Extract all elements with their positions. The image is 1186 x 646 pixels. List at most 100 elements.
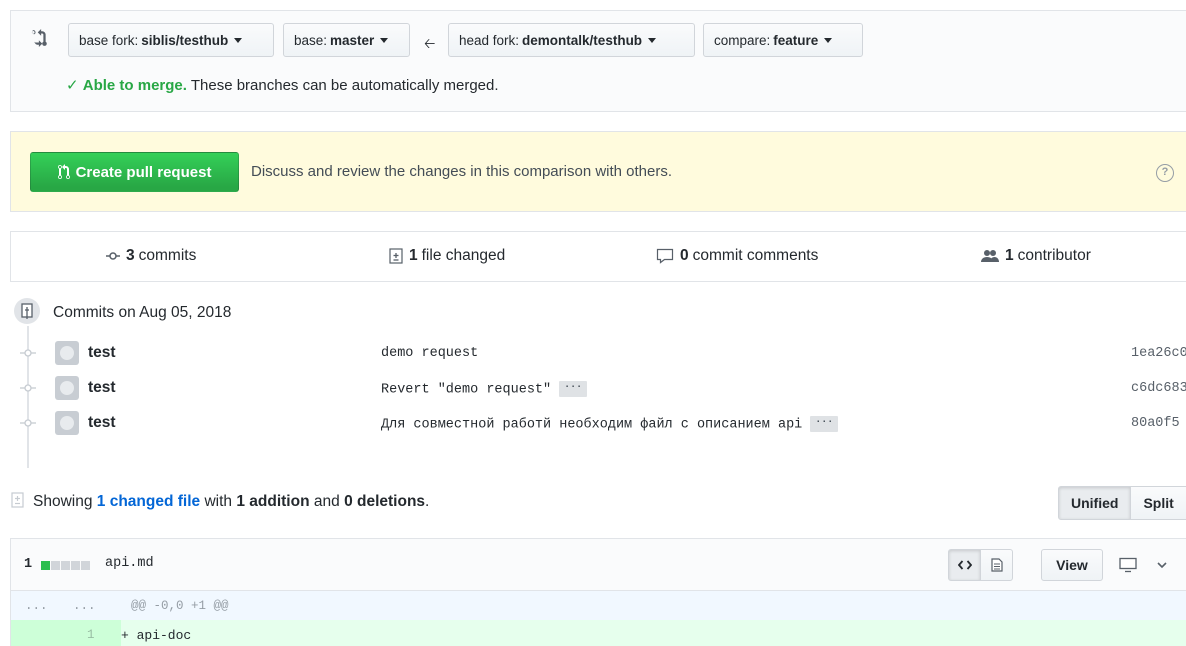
commit-dot-icon: [20, 384, 36, 392]
contributors-label: contributor: [1017, 247, 1091, 264]
commit-author[interactable]: test: [88, 414, 116, 432]
avatar[interactable]: [55, 376, 79, 400]
toc-with: with: [204, 493, 233, 510]
range-editor: base fork: siblis/testhub base: master 🡠 h…: [10, 10, 1186, 112]
commit-message[interactable]: Revert "demo request" ···: [381, 381, 588, 398]
head-fork-value: demontalk/testhub: [522, 32, 643, 48]
commit-message[interactable]: Для совместной работй необходим файл с о…: [381, 416, 839, 433]
commit-author[interactable]: test: [88, 379, 116, 397]
commit-message-text[interactable]: demo request: [381, 346, 478, 361]
diff-view-toggle: Unified Split: [1058, 486, 1186, 520]
expand-ellipsis-button[interactable]: ···: [559, 381, 588, 397]
commit-message-text[interactable]: Для совместной работй необходим файл с о…: [381, 418, 802, 433]
files-label: file changed: [421, 247, 506, 264]
line-number[interactable]: 1: [87, 628, 95, 642]
commit-comments-tab[interactable]: 0 commit comments: [656, 247, 818, 265]
commit-icon: [106, 251, 120, 261]
commits-count: 3: [126, 247, 135, 264]
base-label: base:: [294, 32, 328, 48]
commits-label: commits: [138, 247, 197, 264]
file-header: 1 api.md View: [11, 539, 1186, 591]
rich-diff-button[interactable]: [980, 549, 1013, 581]
commits-date-heading: Commits on Aug 05, 2018: [53, 304, 232, 321]
file-diff: 1 api.md View ... ... @@ -0,0 +1 @@ 1 + …: [10, 538, 1186, 646]
code-view-button[interactable]: [948, 549, 981, 581]
hunk-header-text: @@ -0,0 +1 @@: [131, 599, 229, 613]
open-desktop-button[interactable]: [1113, 549, 1143, 581]
caret-down-icon: [648, 37, 657, 43]
check-icon: ✓: [66, 77, 79, 94]
commit-dot-icon: [20, 349, 36, 357]
file-diff-icon: [11, 492, 24, 508]
people-icon: [981, 249, 999, 263]
files-changed-tab[interactable]: 1 file changed: [389, 247, 505, 265]
commit-dot-icon: [20, 419, 36, 427]
merge-message: These branches can be automatically merg…: [190, 77, 499, 94]
changed-files-link[interactable]: 1 changed file: [97, 493, 200, 510]
commit-row: test Для совместной работй необходим фай…: [0, 408, 1186, 438]
avatar[interactable]: [55, 341, 79, 365]
commit-message-text[interactable]: Revert "demo request": [381, 383, 551, 398]
file-name[interactable]: api.md: [105, 556, 154, 571]
toc-summary: Showing 1 changed file with 1 addition a…: [33, 493, 430, 510]
commit-row: test demo request 1ea26c0: [0, 338, 1186, 368]
toc-deletions: 0 deletions: [344, 493, 426, 510]
toc-and: and: [313, 493, 340, 510]
merge-status: ✓ Able to merge. These branches can be a…: [66, 76, 499, 94]
hunk-line-right[interactable]: ...: [73, 599, 96, 613]
compare-label: compare:: [714, 32, 771, 48]
commit-sha[interactable]: c6dc683: [1131, 381, 1186, 396]
addition-row: 1 + api-doc: [11, 620, 1186, 646]
question-icon[interactable]: ?: [1156, 164, 1174, 182]
added-line-text: + api-doc: [121, 628, 192, 643]
git-commit-group-icon: [14, 298, 40, 324]
contributors-count: 1: [1005, 247, 1014, 264]
comments-label: commit comments: [692, 247, 819, 264]
file-diff-icon: [389, 248, 403, 264]
comments-count: 0: [680, 247, 689, 264]
hunk-line-left[interactable]: ...: [25, 599, 48, 613]
caret-down-icon: [380, 37, 389, 43]
base-fork-label: base fork:: [79, 32, 139, 48]
view-file-button[interactable]: View: [1041, 549, 1103, 581]
base-value: master: [330, 32, 375, 48]
commits-tab[interactable]: 3 commits: [106, 247, 196, 265]
head-fork-select[interactable]: head fork: demontalk/testhub: [448, 23, 695, 57]
code-icon: [957, 560, 972, 570]
toc-additions: 1 addition: [236, 493, 310, 510]
caret-down-icon: [824, 37, 833, 43]
diffstat-bar: [41, 561, 90, 570]
desktop-icon: [1119, 557, 1137, 573]
file-icon: [990, 558, 1003, 572]
pr-description: Discuss and review the changes in this c…: [251, 163, 673, 180]
split-button[interactable]: Split: [1131, 486, 1186, 520]
toc-showing: Showing: [33, 493, 93, 510]
compare-arrows-icon: [31, 29, 47, 47]
line-gutter: [11, 620, 121, 646]
commit-message[interactable]: demo request: [381, 346, 478, 361]
caret-down-icon: [234, 37, 243, 43]
base-branch-select[interactable]: base: master: [283, 23, 410, 57]
hunk-header-row[interactable]: ... ... @@ -0,0 +1 @@: [11, 591, 1186, 620]
unified-button[interactable]: Unified: [1058, 486, 1132, 520]
comment-icon: [656, 248, 674, 264]
create-pr-banner: Create pull request Discuss and review t…: [10, 131, 1186, 212]
head-fork-label: head fork:: [459, 32, 520, 48]
commit-row: test Revert "demo request" ··· c6dc683: [0, 373, 1186, 403]
arrow-left-icon: 🡠: [424, 35, 436, 51]
compare-branch-select[interactable]: compare: feature: [703, 23, 863, 57]
commit-sha[interactable]: 80a0f5: [1131, 416, 1180, 431]
avatar[interactable]: [55, 411, 79, 435]
chevron-down-icon: [1157, 562, 1167, 569]
pull-request-icon: [57, 164, 70, 179]
commit-sha[interactable]: 1ea26c0: [1131, 346, 1186, 361]
files-count: 1: [409, 247, 418, 264]
base-fork-select[interactable]: base fork: siblis/testhub: [68, 23, 274, 57]
base-fork-value: siblis/testhub: [141, 32, 229, 48]
commit-author[interactable]: test: [88, 344, 116, 362]
contributors-tab[interactable]: 1 contributor: [981, 247, 1091, 265]
create-pr-label: Create pull request: [75, 163, 212, 181]
file-actions-dropdown[interactable]: [1149, 549, 1175, 581]
create-pull-request-button[interactable]: Create pull request: [30, 152, 239, 192]
expand-ellipsis-button[interactable]: ···: [810, 416, 839, 432]
